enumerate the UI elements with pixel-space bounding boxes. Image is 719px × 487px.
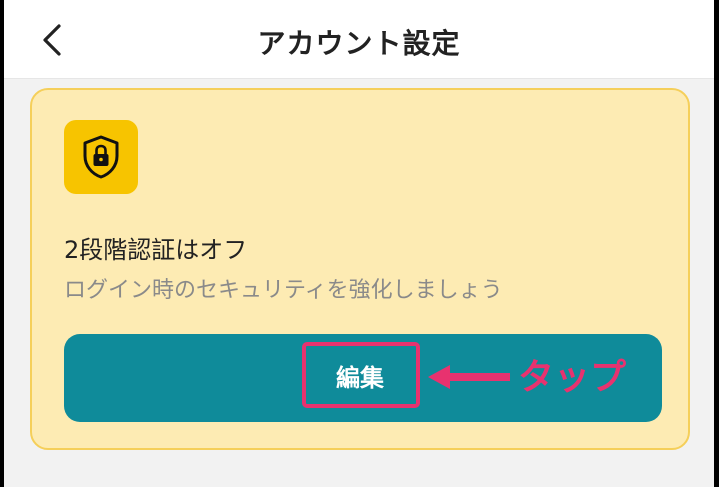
- bottom-area: [4, 470, 714, 487]
- two-factor-status: 2段階認証はオフ: [64, 236, 248, 264]
- screen: アカウント設定 2段階認証はオフ ログイン時のセキュリティを強化しましょう 編集…: [4, 0, 714, 487]
- tap-annotation: タップ: [518, 357, 627, 398]
- page-title: アカウント設定: [257, 27, 461, 60]
- arrow-left-icon: [428, 365, 510, 389]
- security-description: ログイン時のセキュリティを強化しましょう: [64, 278, 503, 303]
- header: アカウント設定: [4, 0, 714, 79]
- tap-highlight-box: [302, 342, 420, 408]
- shield-lock-icon: [64, 120, 138, 194]
